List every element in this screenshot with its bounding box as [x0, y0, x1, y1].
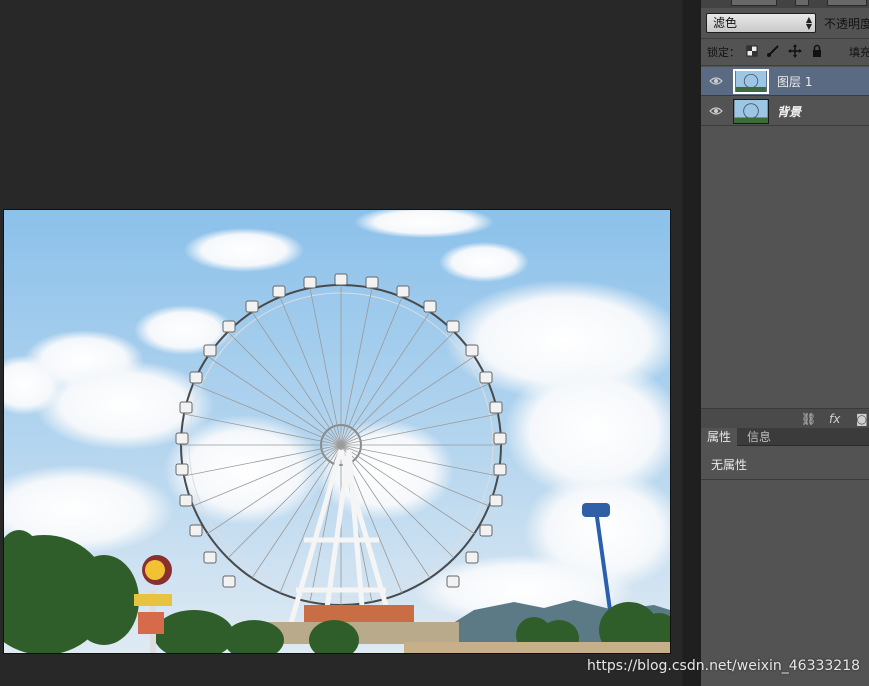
layer-name: 图层 1 — [777, 75, 813, 89]
lock-row: 锁定： 填充 — [701, 39, 869, 65]
canvas-scrollbar[interactable] — [682, 0, 700, 686]
ferris-wheel-photo — [4, 210, 670, 653]
layer-row-layer1[interactable]: 图层 1 — [701, 67, 869, 96]
lock-transparency-icon[interactable] — [745, 44, 759, 58]
mask-icon[interactable]: ◙ — [856, 412, 868, 426]
lock-label: 锁定： — [707, 46, 740, 59]
layer-thumbnail — [733, 99, 769, 124]
lock-pixels-brush-icon[interactable] — [766, 44, 780, 58]
tab-properties[interactable]: 属性 — [701, 428, 738, 446]
properties-tabs: 属性 信息 — [701, 428, 869, 446]
blend-mode-value: 滤色 — [713, 16, 738, 30]
photoshop-window: 滤色 ▲ ▼ 不透明度 锁定： 填充 图层 1 背景 ⛓ fx ◙ 属性 信息 … — [0, 0, 869, 686]
divider — [701, 65, 869, 66]
layers-list-empty-area — [701, 127, 869, 407]
tab-info[interactable]: 信息 — [741, 428, 777, 446]
panel-tab[interactable] — [827, 0, 867, 6]
lock-all-icon[interactable] — [810, 44, 824, 58]
blend-mode-select[interactable]: 滤色 ▲ ▼ — [706, 13, 816, 33]
blend-row: 滤色 ▲ ▼ 不透明度 — [701, 8, 869, 38]
select-arrows-icon: ▲ ▼ — [805, 15, 812, 31]
opacity-label[interactable]: 不透明度 — [824, 15, 869, 32]
panel-tab-strip — [701, 0, 869, 8]
panel-tab[interactable] — [731, 0, 777, 6]
eye-visibility-icon[interactable] — [709, 75, 723, 87]
watermark-url: https://blog.csdn.net/weixin_46333218 — [587, 658, 861, 674]
properties-empty-area — [701, 481, 869, 686]
panel-tab[interactable] — [795, 0, 809, 6]
layer-row-background[interactable]: 背景 — [701, 97, 869, 126]
layer-thumbnail — [733, 69, 769, 94]
lock-position-move-icon[interactable] — [788, 44, 802, 58]
layer-name: 背景 — [777, 105, 802, 119]
fill-label[interactable]: 填充 — [849, 44, 869, 60]
layers-panel: 滤色 ▲ ▼ 不透明度 锁定： 填充 图层 1 背景 ⛓ fx ◙ 属性 信息 … — [700, 0, 869, 686]
no-properties-text: 无属性 — [711, 458, 748, 472]
link-icon[interactable]: ⛓ — [801, 412, 816, 426]
fx-icon[interactable]: fx — [829, 412, 840, 426]
canvas-area[interactable] — [0, 0, 682, 686]
eye-visibility-icon[interactable] — [709, 105, 723, 117]
properties-body: 无属性 — [701, 446, 869, 480]
spokes — [181, 285, 501, 605]
layers-footer-toolbar: ⛓ fx ◙ — [701, 408, 869, 428]
document-image[interactable] — [4, 210, 670, 653]
